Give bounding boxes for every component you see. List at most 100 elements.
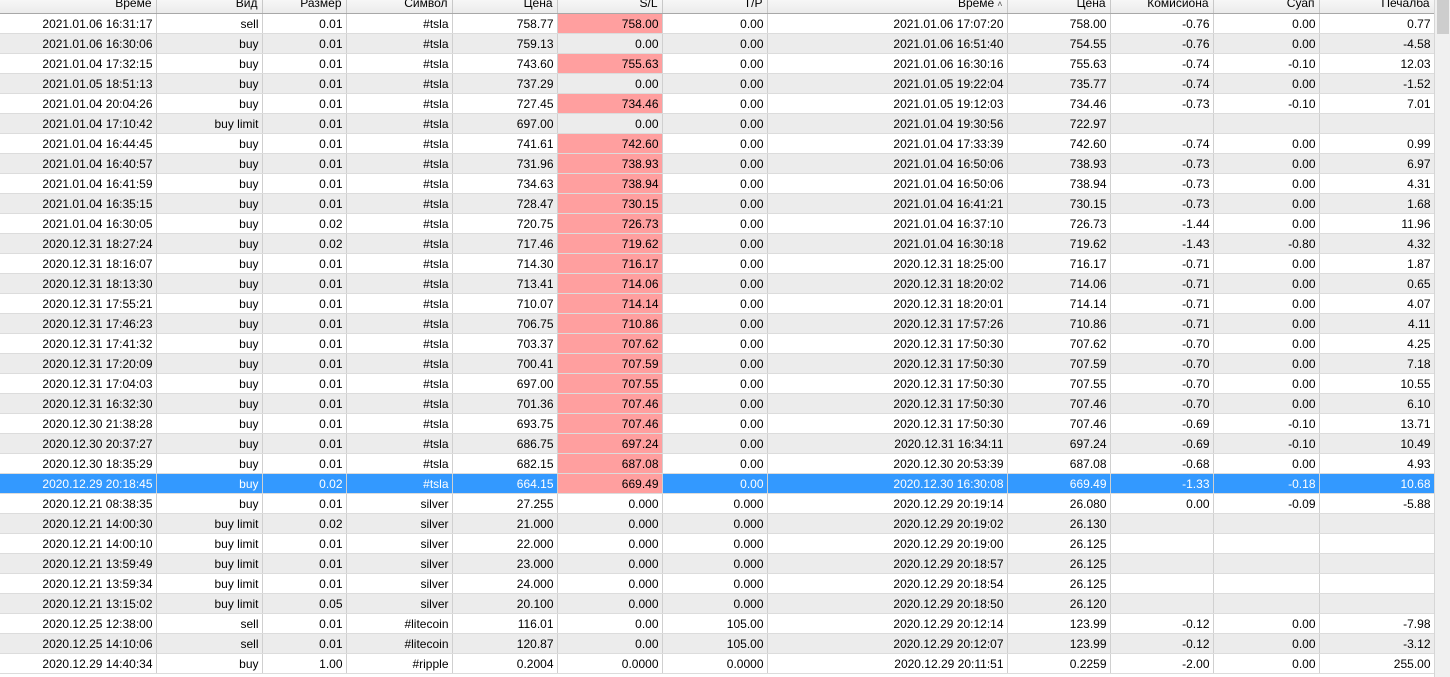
table-row[interactable]: 2021.01.04 16:40:57 buy 0.01 #tsla 731.96 738… xyxy=(0,153,1435,174)
table-row[interactable]: 2020.12.31 18:13:30 buy 0.01 #tsla 713.41 714… xyxy=(0,273,1435,294)
cell-symbol: #litecoin xyxy=(346,613,453,634)
cell-open-time: 2020.12.31 18:16:07 xyxy=(0,253,157,274)
column-header-commission[interactable]: Комисиона xyxy=(1110,0,1214,14)
column-header-open-time[interactable]: Време xyxy=(0,0,157,14)
table-row[interactable]: 2021.01.04 16:30:05 buy 0.02 #tsla 720.75 726… xyxy=(0,213,1435,234)
cell-size: 0.01 xyxy=(262,13,347,34)
table-row[interactable]: 2020.12.29 20:18:45 buy 0.02 #tsla 664.15 669… xyxy=(0,473,1435,494)
cell-stop-loss: 710.86 xyxy=(557,313,663,334)
cell-commission: -0.74 xyxy=(1110,133,1214,154)
table-row[interactable]: 2020.12.21 13:15:02 buy limit 0.05 silver 20… xyxy=(0,593,1435,614)
cell-close-price: 707.46 xyxy=(1007,393,1111,414)
table-row[interactable]: 2020.12.31 17:20:09 buy 0.01 #tsla 700.41 707… xyxy=(0,353,1435,374)
cell-close-time: 2020.12.31 17:50:30 xyxy=(767,353,1008,374)
cell-stop-loss: 742.60 xyxy=(557,133,663,154)
cell-close-price: 26.125 xyxy=(1007,533,1111,554)
table-row[interactable]: 2020.12.30 21:38:28 buy 0.01 #tsla 693.75 707… xyxy=(0,413,1435,434)
column-header-swap[interactable]: Суап xyxy=(1213,0,1320,14)
table-row[interactable]: 2020.12.31 17:46:23 buy 0.01 #tsla 706.75 710… xyxy=(0,313,1435,334)
table-row[interactable]: 2020.12.30 20:37:27 buy 0.01 #tsla 686.75 697… xyxy=(0,433,1435,454)
column-header-take-profit[interactable]: T/P xyxy=(662,0,768,14)
cell-symbol: #tsla xyxy=(346,213,453,234)
table-row[interactable]: 2020.12.31 16:32:30 buy 0.01 #tsla 701.36 707… xyxy=(0,393,1435,414)
cell-symbol: #tsla xyxy=(346,173,453,194)
cell-stop-loss: 738.94 xyxy=(557,173,663,194)
cell-stop-loss: 714.14 xyxy=(557,293,663,314)
cell-open-price: 710.07 xyxy=(452,293,558,314)
cell-open-price: 693.75 xyxy=(452,413,558,434)
column-header-stop-loss[interactable]: S/L xyxy=(557,0,663,14)
cell-take-profit: 0.000 xyxy=(662,513,768,534)
table-row[interactable]: 2020.12.21 13:59:49 buy limit 0.01 silver 23… xyxy=(0,553,1435,574)
cell-symbol: silver xyxy=(346,553,453,574)
table-row[interactable]: 2020.12.30 18:35:29 buy 0.01 #tsla 682.15 687… xyxy=(0,453,1435,474)
table-row[interactable]: 2020.12.25 14:10:06 sell 0.01 #litecoin 120.… xyxy=(0,633,1435,654)
cell-profit: 4.31 xyxy=(1319,173,1435,194)
vertical-scrollbar[interactable] xyxy=(1434,0,1450,677)
table-row[interactable]: 2021.01.04 17:32:15 buy 0.01 #tsla 743.60 755… xyxy=(0,53,1435,74)
scrollbar-thumb[interactable] xyxy=(1437,0,1449,34)
cell-commission: -0.70 xyxy=(1110,373,1214,394)
cell-symbol: #tsla xyxy=(346,373,453,394)
cell-stop-loss: 719.62 xyxy=(557,233,663,254)
table-row[interactable]: 2021.01.06 16:31:17 sell 0.01 #tsla 758.77 75… xyxy=(0,13,1435,34)
cell-close-time: 2020.12.29 20:19:14 xyxy=(767,493,1008,514)
cell-swap: 0.00 xyxy=(1213,313,1320,334)
table-row[interactable]: 2020.12.31 17:55:21 buy 0.01 #tsla 710.07 714… xyxy=(0,293,1435,314)
cell-commission: -1.33 xyxy=(1110,473,1214,494)
table-row[interactable]: 2020.12.31 17:04:03 buy 0.01 #tsla 697.00 707… xyxy=(0,373,1435,394)
column-header-symbol[interactable]: Символ xyxy=(346,0,453,14)
cell-open-time: 2021.01.06 16:30:06 xyxy=(0,33,157,54)
cell-swap: 0.00 xyxy=(1213,133,1320,154)
cell-take-profit: 105.00 xyxy=(662,633,768,654)
cell-symbol: #litecoin xyxy=(346,633,453,654)
column-header-profit[interactable]: Печалба xyxy=(1319,0,1435,14)
table-row[interactable]: 2021.01.04 16:35:15 buy 0.01 #tsla 728.47 730… xyxy=(0,193,1435,214)
column-header-label: Цена xyxy=(1076,0,1106,10)
table-row[interactable]: 2020.12.31 17:41:32 buy 0.01 #tsla 703.37 707… xyxy=(0,333,1435,354)
cell-open-time: 2020.12.25 14:10:06 xyxy=(0,633,157,654)
table-row[interactable]: 2021.01.04 16:41:59 buy 0.01 #tsla 734.63 738… xyxy=(0,173,1435,194)
cell-take-profit: 0.00 xyxy=(662,93,768,114)
table-row[interactable]: 2020.12.31 18:16:07 buy 0.01 #tsla 714.30 716… xyxy=(0,253,1435,274)
cell-size: 0.01 xyxy=(262,553,347,574)
table-row[interactable]: 2021.01.05 18:51:13 buy 0.01 #tsla 737.29 0.0… xyxy=(0,73,1435,94)
table-row[interactable]: 2020.12.21 14:00:30 buy limit 0.02 silver 21… xyxy=(0,513,1435,534)
cell-profit: -5.88 xyxy=(1319,493,1435,514)
table-row[interactable]: 2020.12.25 12:38:00 sell 0.01 #litecoin 116.… xyxy=(0,613,1435,634)
cell-close-time: 2021.01.04 16:50:06 xyxy=(767,173,1008,194)
column-header-close-price[interactable]: Цена xyxy=(1007,0,1111,14)
cell-type: buy limit xyxy=(156,513,263,534)
cell-commission: -0.71 xyxy=(1110,253,1214,274)
cell-stop-loss: 0.000 xyxy=(557,533,663,554)
table-row[interactable]: 2020.12.21 13:59:34 buy limit 0.01 silver 24… xyxy=(0,573,1435,594)
cell-close-time: 2021.01.04 19:30:56 xyxy=(767,113,1008,134)
cell-swap: 0.00 xyxy=(1213,393,1320,414)
cell-type: buy xyxy=(156,293,263,314)
table-row[interactable]: 2021.01.04 20:04:26 buy 0.01 #tsla 727.45 734… xyxy=(0,93,1435,114)
cell-stop-loss: 0.000 xyxy=(557,513,663,534)
cell-commission: -0.69 xyxy=(1110,433,1214,454)
table-row[interactable]: 2021.01.04 17:10:42 buy limit 0.01 #tsla 697… xyxy=(0,113,1435,134)
column-header-open-price[interactable]: Цена xyxy=(452,0,558,14)
cell-size: 0.01 xyxy=(262,493,347,514)
table-row[interactable]: 2020.12.21 08:38:35 buy 0.01 silver 27.255 0.… xyxy=(0,493,1435,514)
column-header-type[interactable]: Вид xyxy=(156,0,263,14)
cell-type: buy xyxy=(156,193,263,214)
table-row[interactable]: 2020.12.29 14:40:34 buy 1.00 #ripple 0.2004 0… xyxy=(0,653,1435,674)
column-header-size[interactable]: Размер xyxy=(262,0,347,14)
cell-close-price: 734.46 xyxy=(1007,93,1111,114)
cell-type: buy xyxy=(156,333,263,354)
cell-open-time: 2020.12.31 16:32:30 xyxy=(0,393,157,414)
cell-commission: -0.73 xyxy=(1110,153,1214,174)
sort-ascending-icon: ˄ xyxy=(997,0,1003,9)
table-row[interactable]: 2020.12.31 18:27:24 buy 0.02 #tsla 717.46 719… xyxy=(0,233,1435,254)
table-row[interactable]: 2021.01.04 16:44:45 buy 0.01 #tsla 741.61 742… xyxy=(0,133,1435,154)
cell-take-profit: 0.00 xyxy=(662,13,768,34)
cell-open-price: 717.46 xyxy=(452,233,558,254)
cell-open-time: 2020.12.21 13:15:02 xyxy=(0,593,157,614)
table-row[interactable]: 2020.12.21 14:00:10 buy limit 0.01 silver 22… xyxy=(0,533,1435,554)
column-header-close-time[interactable]: Време ˄ xyxy=(767,0,1008,14)
cell-take-profit: 0.00 xyxy=(662,233,768,254)
table-row[interactable]: 2021.01.06 16:30:06 buy 0.01 #tsla 759.13 0.0… xyxy=(0,33,1435,54)
